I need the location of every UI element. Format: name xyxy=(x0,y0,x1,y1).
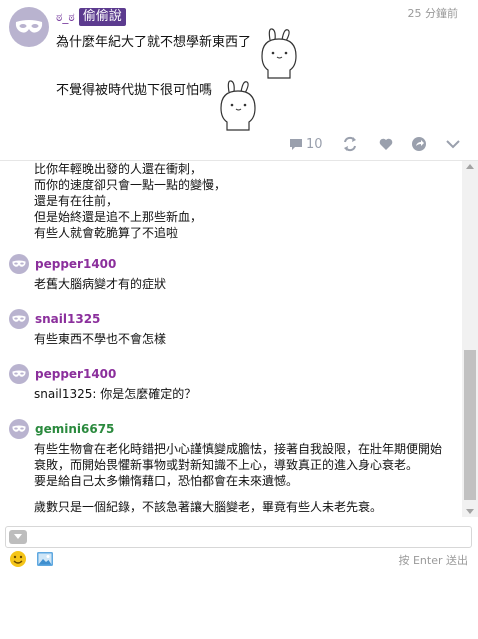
expand-button[interactable] xyxy=(9,530,27,544)
username: snail1325 xyxy=(35,312,101,326)
avatar xyxy=(9,309,29,329)
mask-icon xyxy=(15,20,43,33)
heart-icon xyxy=(379,138,393,150)
comment-count: 10 xyxy=(306,136,323,152)
share-button[interactable] xyxy=(409,134,429,154)
mask-icon xyxy=(12,425,26,432)
rabbit-sticker-icon xyxy=(256,26,302,80)
message-text: 比你年輕晚出發的人還在衝刺， 而你的速度卻只會一點一點的變慢， 還是有在往前， … xyxy=(34,162,227,240)
emoji-icon xyxy=(10,551,26,567)
chat-scrollbar[interactable] xyxy=(462,161,478,517)
post-timestamp: 25 分鐘前 xyxy=(407,7,459,20)
message-text: snail1325: 你是怎麼確定的？ xyxy=(34,387,197,401)
post-text-line: 為什麼年紀大了就不想學新東西了 xyxy=(56,35,252,50)
avatar[interactable] xyxy=(9,7,49,47)
mask-icon xyxy=(12,260,26,267)
chat-user[interactable]: pepper1400 xyxy=(9,254,116,274)
chevron-down-icon xyxy=(446,140,460,149)
image-icon xyxy=(37,552,53,566)
username: gemini6675 xyxy=(35,422,115,436)
refresh-button[interactable] xyxy=(340,134,360,154)
refresh-icon xyxy=(344,136,356,152)
chat-user[interactable]: gemini6675 xyxy=(9,419,114,439)
scroll-down-icon[interactable] xyxy=(466,509,474,514)
avatar xyxy=(9,364,29,384)
message-text: 老舊大腦病變才有的症狀 xyxy=(34,277,167,291)
scroll-up-icon[interactable] xyxy=(466,164,474,169)
message-input[interactable] xyxy=(32,529,462,545)
post-card: ಠ_ಠ 偷偷說 25 分鐘前 為什麼年紀大了就不想學新東西了 不覺得被時代拋下很… xyxy=(0,0,478,160)
mask-icon xyxy=(12,370,26,377)
rabbit-sticker-icon xyxy=(215,78,261,132)
message-text: 有些東西不學也不會怎樣 xyxy=(34,332,167,346)
image-button[interactable] xyxy=(36,550,54,568)
mask-icon xyxy=(12,315,26,322)
message-input-box xyxy=(5,526,472,548)
share-icon xyxy=(412,137,426,151)
board-tag[interactable]: 偷偷說 xyxy=(78,8,126,26)
avatar xyxy=(9,419,29,439)
send-hint: 按 Enter 送出 xyxy=(398,554,468,567)
emoji-button[interactable] xyxy=(9,550,27,568)
author-nickname: ಠ_ಠ xyxy=(56,9,75,24)
username: pepper1400 xyxy=(35,367,117,381)
avatar xyxy=(9,254,29,274)
scroll-thumb[interactable] xyxy=(464,350,476,500)
post-text-line: 不覺得被時代拋下很可怕嗎 xyxy=(56,83,213,98)
like-button[interactable] xyxy=(376,134,396,154)
comment-button[interactable]: 10 xyxy=(288,134,323,154)
username: pepper1400 xyxy=(35,257,117,271)
chat-list[interactable]: 比你年輕晚出發的人還在衝刺， 而你的速度卻只會一點一點的變慢， 還是有在往前， … xyxy=(0,161,462,517)
message-text: 有些生物會在老化時錯把小心謹慎變成膽怯，接著自我設限，在壯年期便開始 衰敗，而開… xyxy=(34,442,443,514)
comment-icon xyxy=(290,139,302,150)
chat-user[interactable]: snail1325 xyxy=(9,309,100,329)
chat-user[interactable]: pepper1400 xyxy=(9,364,116,384)
more-button[interactable] xyxy=(443,134,463,154)
